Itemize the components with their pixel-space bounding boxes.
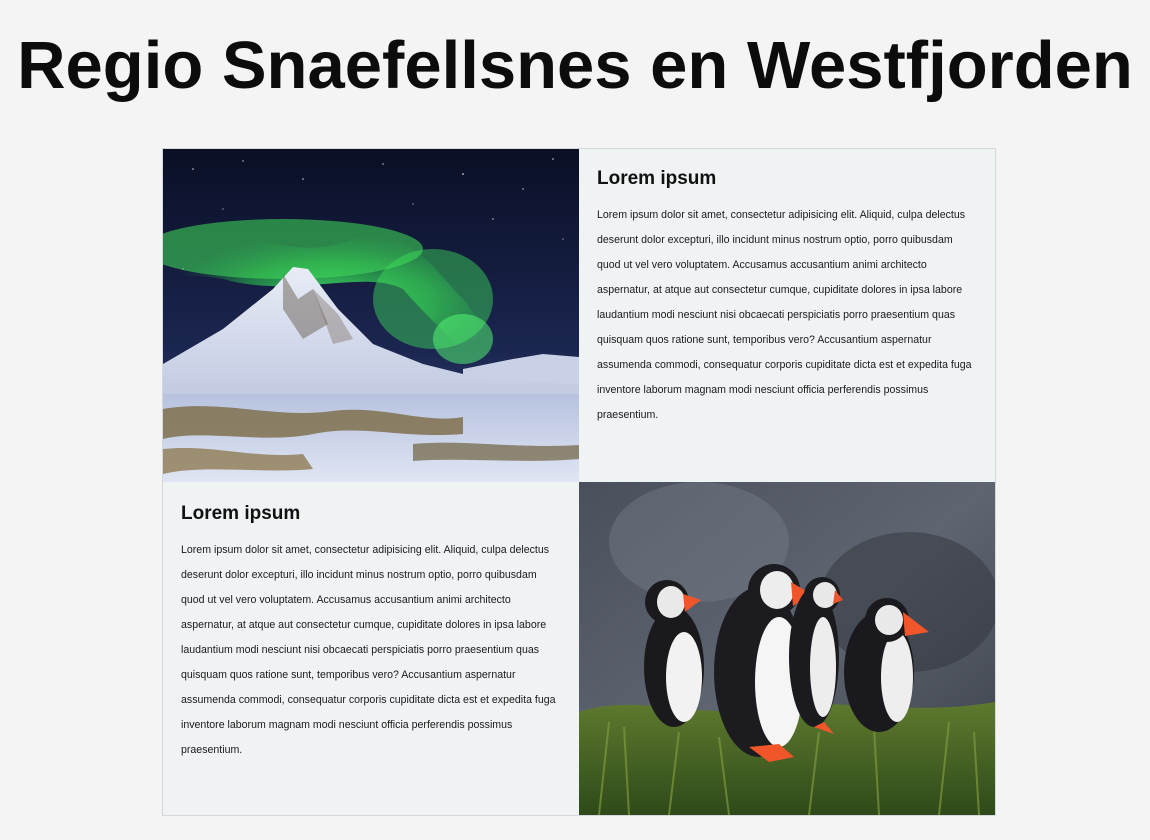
section-2-heading: Lorem ipsum xyxy=(181,503,301,524)
aurora-mountain-photo xyxy=(163,149,579,482)
section-1-body: Lorem ipsum dolor sit amet, consectetur … xyxy=(597,209,972,421)
content-grid: Lorem ipsum Lorem ipsum dolor sit amet, … xyxy=(162,148,996,816)
section-2: Lorem ipsum Lorem ipsum dolor sit amet, … xyxy=(163,482,579,815)
section-1-heading: Lorem ipsum xyxy=(597,168,717,189)
page-title: Regio Snaefellsnes en Westfjorden xyxy=(17,28,1133,103)
section-2-body: Lorem ipsum dolor sit amet, consectetur … xyxy=(181,544,556,756)
puffins-photo xyxy=(579,482,995,815)
section-1: Lorem ipsum Lorem ipsum dolor sit amet, … xyxy=(579,149,995,482)
